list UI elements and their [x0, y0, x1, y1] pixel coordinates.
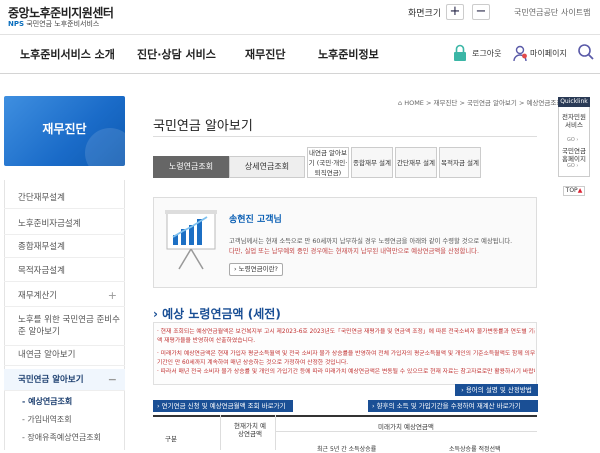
- sidebar-item-calculator-label: 재무계산기: [18, 291, 58, 301]
- tab-simple-plan[interactable]: 간단재무 설계: [395, 147, 437, 178]
- nav-item-retirement-info[interactable]: 노후준비정보: [318, 46, 379, 62]
- breadcrumb: ⌂ HOME > 재무진단 > 국민연금 알아보기 > 예상연금조회: [398, 99, 563, 107]
- sidebar-subitem-expected-pension[interactable]: - 예상연금조회: [4, 393, 125, 411]
- sidebar-item-comprehensive-plan[interactable]: 종합재무설계: [4, 236, 125, 258]
- deferred-pension-link-button[interactable]: › 연기연금 신청 및 예상연금월액 조회 바로가기: [153, 400, 293, 412]
- terms-explanation-button[interactable]: › 용어의 설명 및 산정방법: [455, 384, 538, 396]
- sitemap-link[interactable]: 사이트맵: [561, 7, 590, 18]
- title-divider: [153, 136, 537, 137]
- sidebar-subitem-enrollment-history[interactable]: - 가입내역조회: [4, 411, 125, 429]
- sidebar-item-calculator[interactable]: 재무계산기 +: [4, 285, 125, 307]
- tab-my-pension[interactable]: 내연금 알아보기 (국민·개인·퇴직연금): [307, 147, 349, 178]
- nps-link[interactable]: 국민연금공단: [514, 7, 558, 18]
- tab-purpose-fund[interactable]: 목적자금 설계: [439, 147, 481, 178]
- mypage-link[interactable]: 마이페이지: [530, 48, 567, 59]
- quicklink-e-civil-service[interactable]: 전자민원 서비스: [560, 113, 588, 129]
- info-text: 고객님께서는 현재 소득으로 만 60세까지 납부하실 경우 노령연금을 아래와…: [229, 238, 513, 245]
- sidebar-item-national-pension[interactable]: 국민연금 알아보기 −: [4, 369, 125, 391]
- page-title: 국민연금 알아보기: [153, 119, 253, 134]
- section-heading-label: 예상 노령연금액 (세전): [162, 307, 281, 321]
- table-subheader-selected-growth: 소득상승률 적정선택: [449, 446, 501, 453]
- tab-old-age-pension[interactable]: 노령연금조회: [153, 156, 229, 178]
- table-subheader-recent-growth: 최근 5년 간 소득상승률: [317, 446, 377, 453]
- note-line: · 따라서 매년 전국 소비자 물가 상승률 및 개인의 가입기간 등에 따라 …: [157, 369, 535, 375]
- note-line: · 현재 조회되는 예상연금월액은 보건복지부 고시 제2023-6호 2023…: [157, 329, 535, 335]
- nps-logo-text: NPS: [8, 20, 25, 28]
- font-increase-button[interactable]: +: [446, 4, 464, 20]
- presentation-board-icon: [163, 207, 219, 274]
- scroll-top-button[interactable]: TOP▲: [563, 186, 585, 196]
- sidebar-item-retirement-fund[interactable]: 노후준비자금설계: [4, 213, 125, 235]
- quicklink-heading: Quicklink: [558, 97, 590, 107]
- sidebar-item-purpose-fund[interactable]: 목적자금설계: [4, 260, 125, 282]
- nav-item-service-intro[interactable]: 노후준비서비스 소개: [20, 46, 115, 62]
- table-divider: [220, 415, 221, 450]
- quicklink-nps-homepage[interactable]: 국민연금 홈페이지: [560, 147, 588, 163]
- what-is-old-age-pension-button[interactable]: › 노령연금이란?: [229, 263, 283, 276]
- table-header-future-value: 미래가치 예상연금액: [378, 423, 434, 431]
- lock-icon[interactable]: [452, 44, 468, 65]
- tab-detailed-pension[interactable]: 상세연금조회: [229, 156, 305, 178]
- nav-item-financial-diagnosis[interactable]: 재무진단: [245, 46, 285, 62]
- quicklink-go-label[interactable]: GO ›: [567, 163, 578, 169]
- chevron-right-icon: ›: [153, 307, 163, 321]
- sidebar-banner: 재무진단: [4, 96, 125, 166]
- sidebar-item-my-pension[interactable]: 내연금 알아보기: [4, 344, 125, 366]
- logout-link[interactable]: 로그아웃: [472, 48, 501, 59]
- table-header-category: 구분: [165, 435, 177, 443]
- section-heading: › 예상 노령연금액 (세전): [153, 305, 281, 322]
- quicklink-go-label[interactable]: GO ›: [567, 137, 578, 143]
- font-size-label: 화면크기: [408, 9, 442, 19]
- nav-item-diagnosis-consult[interactable]: 진단·상담 서비스: [137, 46, 216, 62]
- expand-plus-icon: +: [107, 289, 117, 302]
- arrow-up-icon: ▲: [577, 187, 583, 194]
- sidebar-item-national-pension-label: 국민연금 알아보기: [18, 375, 84, 385]
- table-header-current-value: 현재가치 예상연금액: [234, 422, 266, 438]
- table-divider: [275, 415, 276, 450]
- sidebar-item-simple-plan[interactable]: 간단재무설계: [4, 187, 125, 209]
- user-name: 송현진 고객님: [229, 215, 282, 225]
- person-icon[interactable]: [512, 44, 528, 65]
- sidebar-item-pension-readiness[interactable]: 노후를 위한 국민연금 준비수준 알아보기: [4, 308, 125, 346]
- search-icon[interactable]: [577, 43, 595, 64]
- note-line: 액 재평가율을 반영하여 산출하였습니다.: [157, 338, 256, 344]
- tab-comprehensive-plan[interactable]: 종합재무 설계: [351, 147, 393, 178]
- table-divider: [275, 431, 537, 432]
- note-line: · 미래가치 예상연금액은 현재 가입자 평균소득월액 및 전국 소비자 물가 …: [157, 351, 535, 357]
- sidebar-subitem-disability-survivor[interactable]: - 장애유족예상연금조회: [4, 429, 125, 447]
- site-logo-subtitle: NPS 국민연금 노후준비서비스: [8, 19, 99, 29]
- collapse-minus-icon: −: [107, 373, 117, 386]
- scroll-top-label: TOP: [565, 187, 578, 194]
- note-line: 기간인 만 60세까지 계속하여 매년 상승하는 것으로 가정하여 산정한 것입…: [157, 360, 349, 366]
- info-warning-text: 다만, 실업 또는 납부예외 중인 경우에는 현재까지 납부된 내역만으로 예상…: [229, 248, 479, 255]
- logo-sub-text: 국민연금 노후준비서비스: [26, 20, 100, 28]
- font-decrease-button[interactable]: −: [472, 4, 490, 20]
- recalculate-link-button[interactable]: › 향후의 소득 및 가입기간을 수정하여 재계산 바로가기: [368, 400, 538, 412]
